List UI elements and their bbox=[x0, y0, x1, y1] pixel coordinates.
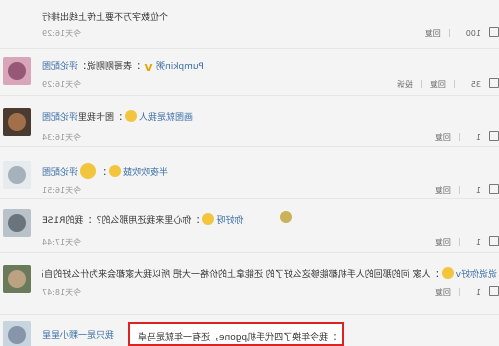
comment-text: ：人家 问的那回的人手机都能够这么好了的 还能拿上的价格一大把 所以我大家都会来… bbox=[42, 270, 440, 280]
comment-text: ：表哥刚刚说： bbox=[78, 62, 142, 72]
reply-button[interactable]: 回复 bbox=[425, 28, 441, 39]
username[interactable]: 画图就是我人 bbox=[139, 113, 193, 123]
avatar[interactable] bbox=[3, 108, 31, 136]
avatar[interactable] bbox=[3, 209, 31, 237]
like-button[interactable]: 100 bbox=[458, 27, 499, 38]
divider bbox=[453, 80, 455, 88]
avatar[interactable] bbox=[3, 161, 31, 189]
comment-time: 今天18:47 bbox=[42, 288, 82, 297]
divider bbox=[420, 80, 422, 88]
comment-time: 今天16:34 bbox=[42, 133, 82, 142]
emoji-icon bbox=[109, 165, 122, 177]
thumb-up-icon bbox=[489, 131, 499, 141]
like-button[interactable]: 1 bbox=[468, 184, 499, 195]
mirrored-viewport: 个位数字万不要上传上线出排行 今天16:29 100 回复 Pumpkin粥V：表… bbox=[0, 0, 499, 346]
thumb-up-icon bbox=[489, 286, 499, 296]
thumb-up-icon bbox=[489, 27, 499, 37]
like-button[interactable]: 1 bbox=[468, 286, 499, 297]
username[interactable]: 你好呀 bbox=[216, 216, 243, 226]
comment-actions: 1 回复 bbox=[427, 131, 499, 143]
comment-actions: 1 回复 bbox=[427, 236, 499, 248]
sticker-emoji-icon bbox=[80, 163, 97, 179]
comment-time: 今天16:29 bbox=[42, 29, 82, 38]
comment-actions: 100 回复 bbox=[417, 27, 499, 39]
comment-image-link[interactable]: 评论配图 bbox=[42, 113, 78, 123]
like-count: 35 bbox=[470, 80, 481, 89]
divider bbox=[458, 238, 460, 246]
comment-row: Pumpkin粥V：表哥刚刚说：评论配图 今天16:29 35 回复 投诉 bbox=[0, 48, 499, 95]
comment-row: 画图就是我人 ：图卡我里评论配图 今天16:34 1 回复 bbox=[0, 95, 499, 146]
like-button[interactable]: 1 bbox=[468, 236, 499, 247]
comment-row: 你好呀 ：你心里来我还用那么的？：我的R1SE 今天17:44 1 回复 bbox=[0, 198, 499, 251]
like-count: 1 bbox=[475, 288, 481, 297]
highlight-box: ：我今年换了四代手机pgone，还有一年就是马卓 bbox=[128, 322, 344, 346]
comment-body: Pumpkin粥V：表哥刚刚说：评论配图 bbox=[42, 59, 204, 74]
vip-badge-icon: V bbox=[144, 63, 153, 74]
like-button[interactable]: 1 bbox=[468, 131, 499, 142]
username[interactable]: 半夜吹吹鼓 bbox=[123, 168, 168, 178]
comment-text: ：你心里来我还用那么的？：我的R1SE bbox=[42, 216, 201, 226]
reply-button[interactable]: 回复 bbox=[435, 132, 451, 143]
thumb-up-icon bbox=[489, 78, 499, 88]
reply-button[interactable]: 回复 bbox=[435, 287, 451, 298]
comment-body: 你好呀 ：你心里来我还用那么的？：我的R1SE bbox=[42, 213, 243, 226]
inline-emoji-group bbox=[278, 211, 294, 224]
thumb-up-icon bbox=[489, 184, 499, 194]
emoji-icon bbox=[441, 267, 454, 279]
comment-time: 今天16:29 bbox=[42, 80, 82, 89]
comment-image-link[interactable]: 评论配图 bbox=[42, 168, 78, 178]
divider bbox=[458, 186, 460, 194]
reply-button[interactable]: 回复 bbox=[430, 79, 446, 90]
comment-body: 画图就是我人 ：图卡我里评论配图 bbox=[42, 110, 193, 123]
comment-text: 个位数字万不要上传上线出排行 bbox=[42, 13, 169, 23]
comment-body: ：我今年换了四代手机pgone，还有一年就是马卓 bbox=[138, 330, 337, 343]
comment-image-link[interactable]: 评论配图 bbox=[42, 62, 78, 72]
comment-text: ：图卡我里 bbox=[78, 113, 124, 123]
like-count: 1 bbox=[475, 133, 481, 142]
like-button[interactable]: 35 bbox=[463, 78, 499, 89]
comment-feed: 个位数字万不要上传上线出排行 今天16:29 100 回复 Pumpkin粥V：表… bbox=[0, 0, 499, 346]
comment-row: 半夜吹吹鼓 ： 评论配图 今天16:51 1 回复 bbox=[0, 146, 499, 197]
emoji-icon bbox=[125, 110, 138, 122]
thumb-up-icon bbox=[489, 236, 499, 246]
divider bbox=[458, 133, 460, 141]
username[interactable]: 我只是一颗小星星 bbox=[42, 331, 114, 341]
username[interactable]: 说说你好v bbox=[456, 270, 497, 280]
comment-row: 说说你好v ：人家 问的那回的人手机都能够这么好了的 还能拿上的价格一大把 所以我… bbox=[0, 252, 499, 313]
comment-body: 说说你好v ：人家 问的那回的人手机都能够这么好了的 还能拿上的价格一大把 所以我… bbox=[42, 267, 497, 280]
comment-username-line: 我只是一颗小星星 bbox=[42, 328, 114, 341]
comment-time: 今天17:44 bbox=[42, 238, 82, 247]
emoji-icon bbox=[202, 213, 215, 225]
like-count: 1 bbox=[475, 238, 481, 247]
report-button[interactable]: 投诉 bbox=[397, 79, 413, 90]
reply-button[interactable]: 回复 bbox=[435, 237, 451, 248]
like-count: 100 bbox=[465, 29, 481, 38]
comment-time: 今天16:51 bbox=[42, 186, 82, 195]
avatar[interactable] bbox=[3, 265, 31, 293]
comment-text: ： bbox=[98, 168, 108, 178]
reply-button[interactable]: 回复 bbox=[435, 185, 451, 196]
like-count: 1 bbox=[475, 186, 481, 195]
comment-row-top: 个位数字万不要上传上线出排行 今天16:29 100 回复 bbox=[0, 0, 499, 46]
comment-body: 半夜吹吹鼓 ： 评论配图 bbox=[42, 163, 168, 179]
emoji-icon bbox=[280, 211, 292, 223]
comment-actions: 1 回复 bbox=[427, 184, 499, 196]
divider bbox=[458, 288, 460, 296]
comment-text: ：我今年换了四代手机pgone，还有一年就是马卓 bbox=[138, 333, 338, 343]
avatar[interactable] bbox=[3, 57, 31, 85]
comment-actions: 1 回复 bbox=[427, 286, 499, 298]
avatar[interactable] bbox=[3, 321, 31, 346]
divider bbox=[448, 29, 450, 37]
username[interactable]: Pumpkin粥 bbox=[156, 62, 204, 72]
comment-actions: 35 回复 投诉 bbox=[389, 78, 499, 90]
